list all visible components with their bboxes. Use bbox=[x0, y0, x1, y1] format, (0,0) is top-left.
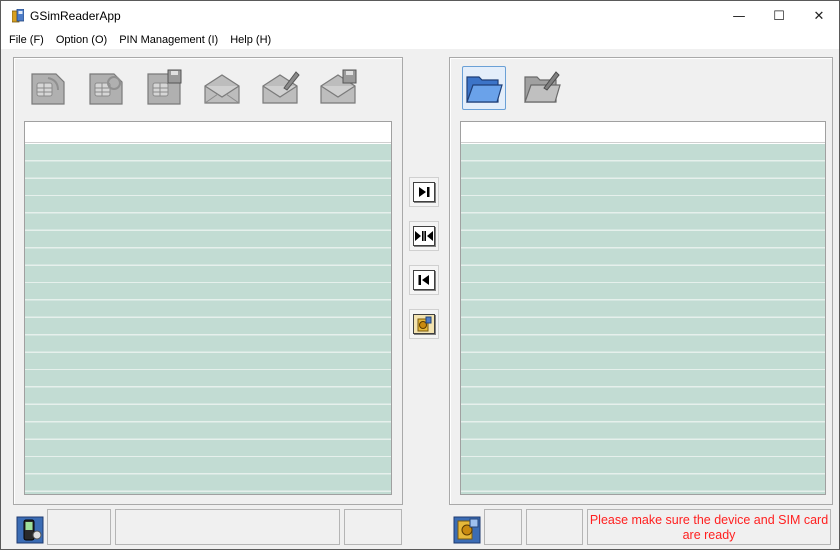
close-icon: ✕ bbox=[813, 8, 825, 24]
status-cell-1 bbox=[47, 509, 111, 545]
status-cell-5 bbox=[526, 509, 583, 545]
status-cell-4 bbox=[484, 509, 522, 545]
minimize-icon: — bbox=[732, 8, 746, 24]
sim-card-read-icon bbox=[31, 73, 65, 105]
window-title: GSimReaderApp bbox=[30, 9, 121, 23]
save-sim-button[interactable] bbox=[142, 66, 186, 110]
app-icon bbox=[11, 8, 25, 23]
clean-icon bbox=[417, 316, 432, 332]
sim-connect-icon bbox=[453, 516, 481, 544]
envelope-save-icon bbox=[320, 69, 357, 104]
read-sim-button[interactable] bbox=[26, 66, 70, 110]
sim-data-list[interactable] bbox=[24, 121, 392, 495]
menu-option[interactable]: Option (O) bbox=[56, 34, 107, 46]
list-header bbox=[461, 122, 825, 143]
app-window: GSimReaderApp — ☐ ✕ File (F) Option (O) … bbox=[0, 0, 840, 550]
list-rows[interactable] bbox=[25, 144, 391, 494]
sim-pane bbox=[13, 57, 403, 505]
copy-right-icon bbox=[419, 187, 430, 197]
sim-connect-button[interactable] bbox=[452, 515, 482, 545]
list-rows[interactable] bbox=[461, 144, 825, 494]
window-controls: — ☐ ✕ bbox=[719, 1, 839, 31]
status-message: Please make sure the device and SIM card… bbox=[589, 513, 829, 542]
folder-open-icon bbox=[466, 76, 503, 103]
title-bar: GSimReaderApp — ☐ ✕ bbox=[1, 1, 839, 31]
list-header bbox=[25, 122, 391, 143]
sim-card-refresh-icon bbox=[89, 73, 123, 105]
envelope-icon bbox=[204, 74, 240, 104]
menu-bar: File (F) Option (O) PIN Management (I) H… bbox=[1, 31, 839, 49]
device-status-button[interactable] bbox=[15, 515, 45, 545]
minimize-button[interactable]: — bbox=[719, 1, 759, 31]
maximize-button[interactable]: ☐ bbox=[759, 1, 799, 31]
sim-card-save-icon bbox=[147, 69, 182, 105]
menu-file[interactable]: File (F) bbox=[9, 34, 44, 46]
maximize-icon: ☐ bbox=[773, 8, 785, 24]
edit-file-button[interactable] bbox=[520, 66, 564, 110]
save-sms-button[interactable] bbox=[316, 66, 360, 110]
menu-pin-management[interactable]: PIN Management (I) bbox=[119, 34, 218, 46]
clean-button[interactable] bbox=[409, 309, 439, 339]
phone-device-icon bbox=[16, 516, 44, 544]
copy-left-icon bbox=[418, 275, 429, 285]
status-message-box: Please make sure the device and SIM card… bbox=[587, 509, 831, 545]
copy-to-right-button[interactable] bbox=[409, 177, 439, 207]
status-cell-3 bbox=[344, 509, 402, 545]
menu-help[interactable]: Help (H) bbox=[230, 34, 271, 46]
refresh-sim-button[interactable] bbox=[84, 66, 128, 110]
copy-to-left-button[interactable] bbox=[409, 265, 439, 295]
read-sms-button[interactable] bbox=[200, 66, 244, 110]
folder-edit-icon bbox=[524, 71, 561, 103]
file-data-list[interactable] bbox=[460, 121, 826, 495]
open-file-button[interactable] bbox=[462, 66, 506, 110]
edit-sms-button[interactable] bbox=[258, 66, 302, 110]
close-button[interactable]: ✕ bbox=[799, 1, 839, 31]
sync-both-button[interactable] bbox=[409, 221, 439, 251]
status-cell-2 bbox=[115, 509, 340, 545]
envelope-edit-icon bbox=[262, 71, 300, 104]
file-pane bbox=[449, 57, 833, 505]
sync-both-icon bbox=[415, 231, 433, 241]
